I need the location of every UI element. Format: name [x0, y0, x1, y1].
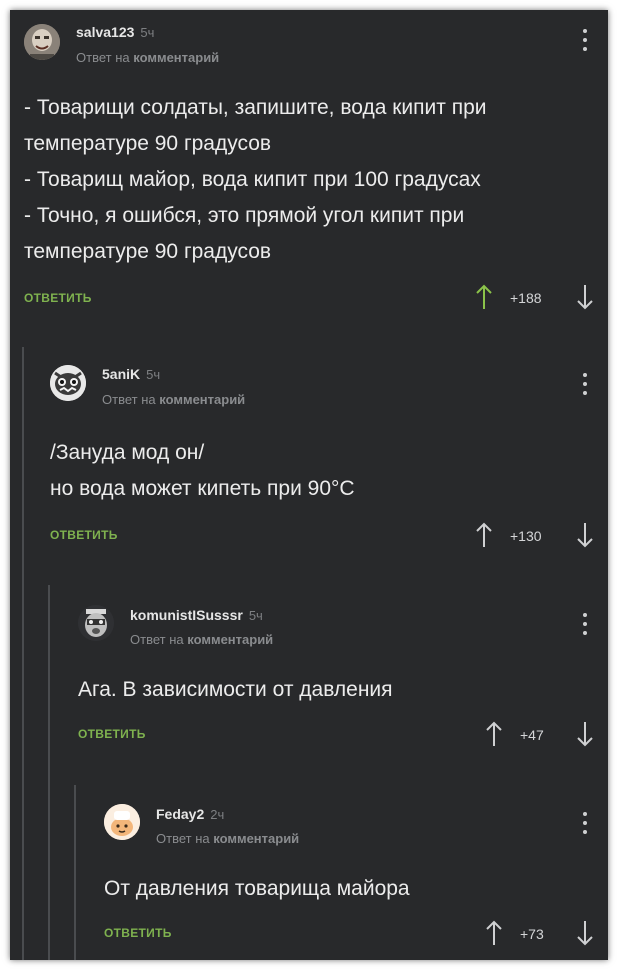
username[interactable]: salva123 5ч: [76, 24, 154, 40]
comment-line: От давления товарища майора: [104, 877, 410, 900]
downvote-arrow-icon[interactable]: [576, 721, 594, 747]
username-text[interactable]: salva123: [76, 24, 134, 40]
thread-line: [22, 347, 24, 960]
comment-body: Ага. В зависимости от давления: [78, 672, 393, 708]
reply-to-info: Ответ на комментарий: [102, 392, 245, 407]
username[interactable]: 5aniK 5ч: [102, 366, 160, 382]
username-text[interactable]: 5aniK: [102, 366, 140, 382]
comment-score: +47: [520, 727, 544, 743]
upvote-arrow-icon[interactable]: [485, 920, 503, 946]
username-text[interactable]: komunistISusssr: [130, 607, 243, 623]
reply-to-link[interactable]: комментарий: [187, 632, 273, 647]
reply-to-info: Ответ на комментарий: [130, 632, 273, 647]
comment-line: /Зануда мод он/: [50, 441, 205, 464]
upvote-arrow-icon[interactable]: [485, 721, 503, 747]
upvote-arrow-icon[interactable]: [475, 284, 493, 310]
comment-line: - Точно, я ошибся, это прямой угол кипит…: [24, 204, 465, 227]
comment-body: От давления товарища майора: [104, 871, 410, 907]
reply-button[interactable]: ОТВЕТИТЬ: [104, 926, 172, 940]
comment-score: +130: [510, 528, 542, 544]
comment-score: +188: [510, 290, 542, 306]
username-text[interactable]: Feday2: [156, 806, 204, 822]
more-options-icon[interactable]: [579, 811, 591, 835]
reply-to-info: Ответ на комментарий: [76, 50, 219, 65]
avatar[interactable]: [78, 605, 114, 641]
more-options-icon[interactable]: [579, 28, 591, 52]
downvote-arrow-icon[interactable]: [576, 522, 594, 548]
comment-line: температуре 90 градусов: [24, 240, 272, 263]
avatar-face-icon: [24, 24, 60, 60]
more-options-icon[interactable]: [579, 612, 591, 636]
username[interactable]: Feday2 2ч: [156, 806, 224, 822]
reply-to-prefix: Ответ на: [76, 50, 130, 65]
comment-line: температуре 90 градусов: [24, 132, 272, 155]
upvote-arrow-icon[interactable]: [475, 522, 493, 548]
avatar[interactable]: [50, 365, 86, 401]
reply-to-link[interactable]: комментарий: [159, 392, 245, 407]
avatar[interactable]: [24, 24, 60, 60]
comment-time: 5ч: [146, 367, 161, 382]
comment-time: 5ч: [248, 608, 263, 623]
comment-time: 2ч: [210, 807, 225, 822]
comment-body: /Зануда мод он/ но вода может кипеть при…: [50, 435, 355, 507]
comment-line: Ага. В зависимости от давления: [78, 678, 393, 701]
comment-body: - Товарищи солдаты, запишите, вода кипит…: [24, 90, 486, 270]
reply-to-prefix: Ответ на: [102, 392, 156, 407]
comment-score: +73: [520, 926, 544, 942]
more-options-icon[interactable]: [579, 372, 591, 396]
avatar[interactable]: [104, 804, 140, 840]
avatar-face-icon: [50, 365, 86, 401]
reply-to-prefix: Ответ на: [130, 632, 184, 647]
comment: salva123 5ч Ответ на комментарий - Товари…: [10, 10, 608, 340]
reply-to-prefix: Ответ на: [156, 831, 210, 846]
avatar-face-icon: [78, 605, 114, 641]
thread-line: [74, 785, 76, 960]
reply-button[interactable]: ОТВЕТИТЬ: [50, 528, 118, 542]
downvote-arrow-icon[interactable]: [576, 920, 594, 946]
comments-screen: salva123 5ч Ответ на комментарий - Товари…: [10, 10, 608, 960]
avatar-face-icon: [104, 804, 140, 840]
reply-to-link[interactable]: комментарий: [213, 831, 299, 846]
reply-button[interactable]: ОТВЕТИТЬ: [24, 291, 92, 305]
reply-to-link[interactable]: комментарий: [133, 50, 219, 65]
comment-line: - Товарищи солдаты, запишите, вода кипит…: [24, 96, 487, 119]
comment-line: - Товарищ майор, вода кипит при 100 град…: [24, 168, 481, 191]
comment-time: 5ч: [140, 25, 155, 40]
reply-to-info: Ответ на комментарий: [156, 831, 299, 846]
reply-button[interactable]: ОТВЕТИТЬ: [78, 727, 146, 741]
comment-line: но вода может кипеть при 90°С: [50, 477, 355, 500]
username[interactable]: komunistISusssr 5ч: [130, 607, 263, 623]
thread-line: [48, 585, 50, 960]
downvote-arrow-icon[interactable]: [576, 284, 594, 310]
